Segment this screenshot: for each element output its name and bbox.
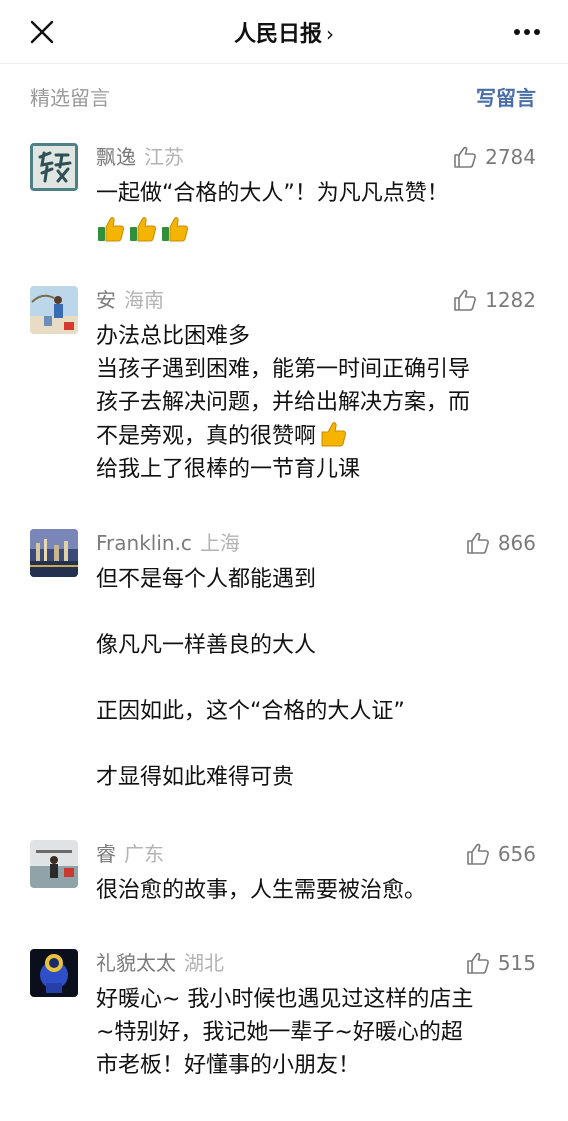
comment-item: 睿广东 656 很治愈的故事，人生需要被治愈。 (0, 840, 568, 920)
thumbs-up-icon (454, 289, 477, 311)
comment-location: 海南 (124, 288, 164, 312)
comment-line: 当孩子遇到困难，能第一时间正确引导 (96, 357, 471, 382)
like-button[interactable]: 1282 (453, 286, 536, 314)
comment-line-text: 不是旁观，真的很赞啊 (96, 424, 317, 449)
write-comment-button[interactable]: 写留言 (476, 82, 536, 111)
comment-text: 好暖心~ 我小时候也遇见过这样的店主 ~特别好，我记她一辈子~好暖心的超 市老板… (96, 983, 540, 1082)
avatar[interactable] (30, 949, 78, 997)
comment-text: 很治愈的故事，人生需要被治愈。 (96, 874, 540, 907)
account-title: 人民日报 (233, 22, 322, 47)
comment-line: 孩子去解决问题，并给出解决方案，而 (96, 390, 471, 415)
comment-location: 广东 (124, 842, 164, 866)
thumbs-up-icon (467, 843, 489, 865)
avatar[interactable] (30, 286, 78, 334)
like-count: 515 (497, 951, 536, 975)
comment-line: 好暖心~ 我小时候也遇见过这样的店主 (96, 987, 474, 1012)
thumbs-up-emoji-icon (321, 422, 347, 447)
comment-meta: 礼貌太太 湖北 (96, 949, 224, 977)
avatar[interactable] (30, 143, 78, 191)
thumbs-up-emoji-icon (98, 217, 125, 242)
like-count: 2784 (485, 145, 536, 169)
comment-line: 给我上了很棒的一节育儿课 (96, 457, 361, 482)
thumbs-up-icon (467, 532, 489, 554)
like-count: 656 (497, 842, 536, 866)
comment-line: 像凡凡一样善良的大人 (96, 633, 317, 658)
comment-text: 但不是每个人都能遇到 像凡凡一样善良的大人 正因如此，这个“合格的大人证” 才显… (96, 563, 540, 794)
comment-line: 很治愈的故事，人生需要被治愈。 (96, 878, 427, 903)
comment-nickname[interactable]: Franklin.c (96, 531, 192, 555)
more-options-icon[interactable] (512, 22, 542, 42)
featured-comments-label: 精选留言 (30, 86, 110, 110)
thumbs-up-emoji-icon (162, 217, 189, 242)
comment-meta: Franklin.c 上海 (96, 529, 240, 557)
account-title-link[interactable]: 人民日报 › (0, 16, 568, 48)
comment-line: ~特别好，我记她一辈子~好暖心的超 (96, 1020, 463, 1045)
comment-line: 但不是每个人都能遇到 (96, 567, 317, 592)
top-nav-bar: 人民日报 › (0, 0, 568, 64)
thumbs-up-icon (454, 146, 477, 168)
comment-line: 办法总比困难多 (96, 324, 251, 349)
comment-nickname[interactable]: 睿 (96, 842, 116, 866)
thumbs-up-emoji-icon (130, 217, 157, 242)
comment-item: Franklin.c 上海 866 但不是每个人都能遇到 像凡凡一样善良的大人 正… (0, 529, 568, 799)
comment-meta: 飘逸 江苏 (96, 143, 184, 171)
thumbs-up-icon (467, 952, 489, 974)
like-button[interactable]: 2784 (453, 143, 536, 171)
comment-meta: 安海南 (96, 286, 164, 314)
comment-location: 江苏 (144, 145, 184, 169)
avatar[interactable] (30, 529, 78, 577)
like-count: 1282 (485, 288, 536, 312)
emoji-row (96, 212, 192, 245)
like-button[interactable]: 866 (466, 529, 536, 557)
comment-item: 安海南 1282 办法总比困难多 当孩子遇到困难，能第一时间正确引导 孩子去解决… (0, 286, 568, 486)
like-button[interactable]: 656 (466, 840, 536, 868)
comment-location: 上海 (199, 531, 240, 555)
like-button[interactable]: 515 (466, 949, 536, 977)
comment-line: 正因如此，这个“合格的大人证” (96, 699, 405, 724)
comment-nickname[interactable]: 飘逸 (96, 145, 136, 169)
comment-line: 才显得如此难得可贵 (96, 765, 295, 790)
comment-line: 一起做“合格的大人”！为凡凡点赞！ (96, 181, 449, 206)
avatar[interactable] (30, 840, 78, 888)
comment-nickname[interactable]: 安 (96, 288, 116, 312)
like-count: 866 (497, 531, 536, 555)
comment-item: 飘逸 江苏 2784 一起做“合格的大人”！为凡凡点赞！ (0, 143, 568, 253)
comment-text: 一起做“合格的大人”！为凡凡点赞！ (96, 177, 540, 245)
comment-line: 市老板！好懂事的小朋友！ (96, 1053, 361, 1078)
comment-item: 礼貌太太 湖北 515 好暖心~ 我小时候也遇见过这样的店主 ~特别好，我记她一辈… (0, 949, 568, 1089)
comment-location: 湖北 (184, 951, 224, 975)
comments-section-header: 精选留言 写留言 (0, 64, 568, 124)
comment-line-with-emoji: 不是旁观，真的很赞啊 (96, 419, 540, 453)
comment-text: 办法总比困难多 当孩子遇到困难，能第一时间正确引导 孩子去解决问题，并给出解决方… (96, 320, 540, 486)
comment-meta: 睿广东 (96, 840, 164, 868)
chevron-right-icon: › (326, 22, 334, 46)
comment-nickname[interactable]: 礼貌太太 (96, 951, 176, 975)
